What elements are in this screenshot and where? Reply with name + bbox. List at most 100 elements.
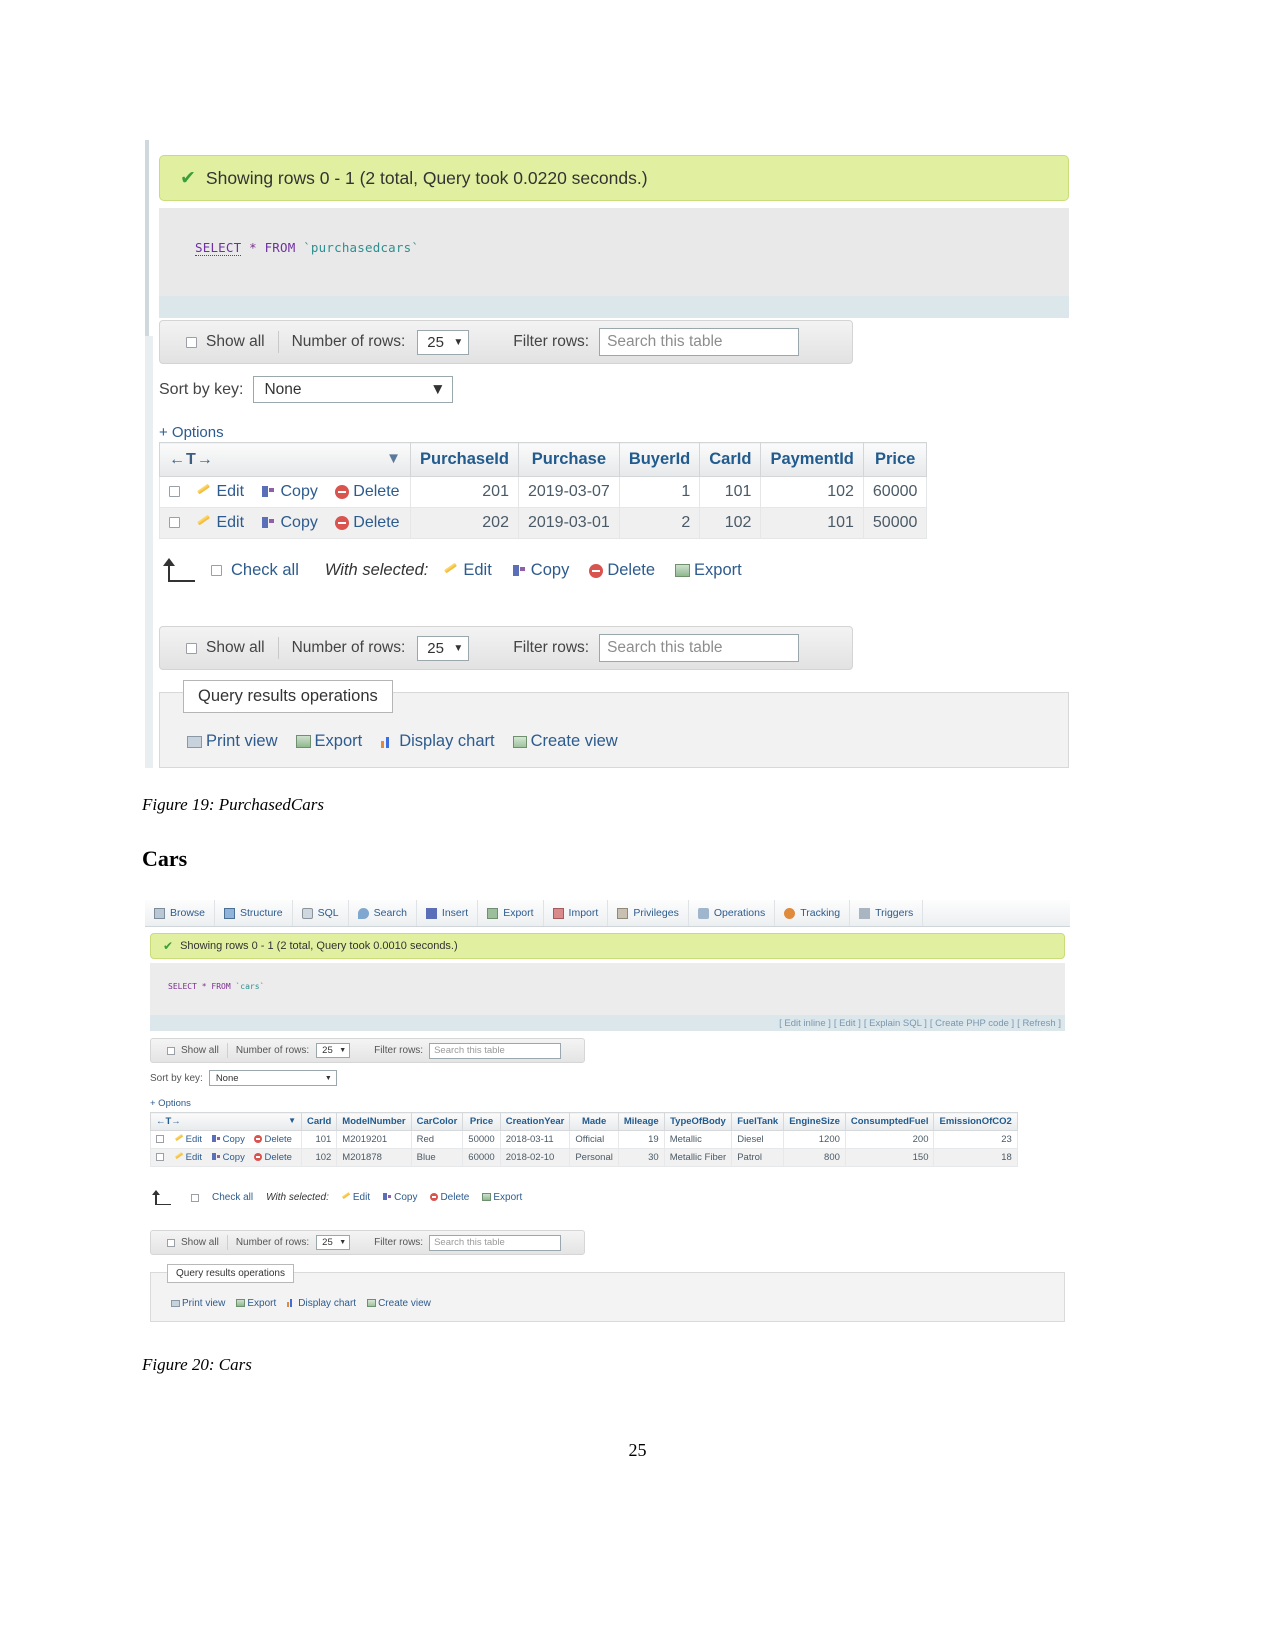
show-all-checkbox-bottom[interactable] xyxy=(167,1238,175,1247)
row-select-checkbox[interactable] xyxy=(169,517,180,529)
delete-row-button[interactable]: Delete xyxy=(254,1134,292,1145)
copy-row-button[interactable]: Copy xyxy=(211,1152,245,1163)
column-header-mileage[interactable]: Mileage xyxy=(617,1112,665,1131)
delete-row-button[interactable]: Delete xyxy=(254,1152,292,1163)
edit-row-button[interactable]: Edit xyxy=(197,483,244,500)
check-all-label: Check all xyxy=(231,560,299,579)
sort-by-key-select[interactable]: None ▼ xyxy=(208,1070,337,1086)
tab-structure[interactable]: Structure xyxy=(215,900,293,926)
edit-row-button[interactable]: Edit xyxy=(197,514,244,531)
column-header-buyerid[interactable]: BuyerId xyxy=(618,442,701,477)
chevron-down-icon[interactable]: ▼ xyxy=(288,1116,296,1125)
tab-triggers[interactable]: Triggers xyxy=(850,900,924,926)
column-header-actions[interactable]: ←T→ ▼ xyxy=(150,1112,302,1131)
create-view-button[interactable]: Create view xyxy=(367,1298,431,1309)
refresh-link[interactable]: [ Refresh ] xyxy=(1017,1018,1061,1029)
tab-export[interactable]: Export xyxy=(478,900,544,926)
options-toggle-link[interactable]: + Options xyxy=(150,1098,191,1109)
number-of-rows-select-bottom[interactable]: 25 ▼ xyxy=(316,1235,351,1250)
show-all-checkbox-top[interactable] xyxy=(186,336,197,348)
show-all-checkbox-top[interactable] xyxy=(167,1046,175,1055)
column-header-creationyear[interactable]: CreationYear xyxy=(499,1112,571,1131)
with-selected-copy-button[interactable]: Copy xyxy=(512,561,569,580)
show-all-checkbox-bottom[interactable] xyxy=(186,642,197,654)
explain-sql-link[interactable]: [ Explain SQL ] xyxy=(864,1018,927,1029)
with-selected-copy-button[interactable]: Copy xyxy=(383,1192,417,1203)
column-header-carid[interactable]: CarId xyxy=(300,1112,338,1131)
chevron-down-icon[interactable]: ▼ xyxy=(386,450,401,467)
column-header-modelnumber[interactable]: ModelNumber xyxy=(336,1112,412,1131)
column-header-purchase[interactable]: Purchase xyxy=(517,442,620,477)
column-header-carcolor[interactable]: CarColor xyxy=(410,1112,464,1131)
number-of-rows-select-bottom[interactable]: 25 ▼ xyxy=(417,635,470,661)
copy-icon xyxy=(261,485,276,498)
delete-row-button[interactable]: Delete xyxy=(335,514,400,531)
tab-import[interactable]: Import xyxy=(544,900,609,926)
filter-rows-input-bottom[interactable]: Search this table xyxy=(429,1234,562,1251)
row-select-checkbox[interactable] xyxy=(169,486,180,498)
with-selected-delete-button[interactable]: Delete xyxy=(430,1192,469,1203)
column-header-made[interactable]: Made xyxy=(569,1112,619,1131)
tab-tracking[interactable]: Tracking xyxy=(775,900,851,926)
column-header-consumptedfuel[interactable]: ConsumptedFuel xyxy=(844,1112,935,1131)
delete-row-button[interactable]: Delete xyxy=(335,483,400,500)
row-select-checkbox[interactable] xyxy=(156,1153,164,1162)
column-header-paymentid[interactable]: PaymentId xyxy=(760,442,864,477)
pencil-icon xyxy=(175,1153,184,1161)
column-header-emissionofco2[interactable]: EmissionOfCO2 xyxy=(933,1112,1018,1131)
check-all-checkbox[interactable] xyxy=(191,1193,199,1202)
tab-insert[interactable]: Insert xyxy=(417,900,479,926)
create-php-code-link[interactable]: [ Create PHP code ] xyxy=(930,1018,1014,1029)
query-status-text: Showing rows 0 - 1 (2 total, Query took … xyxy=(205,167,648,188)
sort-by-key-select[interactable]: None ▼ xyxy=(253,376,454,403)
copy-row-button[interactable]: Copy xyxy=(261,514,318,531)
column-header-carid[interactable]: CarId xyxy=(699,442,762,477)
column-header-price[interactable]: Price xyxy=(462,1112,501,1131)
edit-inline-link[interactable]: [ Edit inline ] xyxy=(779,1018,831,1029)
with-selected-delete-button[interactable]: Delete xyxy=(589,561,655,580)
export-button[interactable]: Export xyxy=(236,1298,276,1309)
print-view-label: Print view xyxy=(206,732,278,750)
number-of-rows-select-top[interactable]: 25 ▼ xyxy=(316,1043,351,1058)
edit-link[interactable]: [ Edit ] xyxy=(834,1018,861,1029)
print-view-button[interactable]: Print view xyxy=(187,732,278,751)
column-header-actions[interactable]: ←T→ ▼ xyxy=(159,442,411,477)
column-header-purchaseid[interactable]: PurchaseId xyxy=(410,442,519,477)
display-chart-button[interactable]: Display chart xyxy=(287,1298,356,1309)
display-chart-button[interactable]: Display chart xyxy=(380,732,495,751)
number-of-rows-label-bottom: Number of rows: xyxy=(235,1237,310,1248)
sql-query-box: SELECT * FROM `cars` xyxy=(150,963,1065,1015)
options-toggle-link[interactable]: + Options xyxy=(159,424,224,441)
sort-by-key-value: None xyxy=(215,1072,239,1084)
column-header-fueltank[interactable]: FuelTank xyxy=(731,1112,785,1131)
tab-search[interactable]: Search xyxy=(349,900,417,926)
edit-label: Edit xyxy=(216,483,245,500)
with-selected-edit-button[interactable]: Edit xyxy=(342,1192,370,1203)
with-selected-edit-button[interactable]: Edit xyxy=(444,561,491,580)
tab-privileges[interactable]: Privileges xyxy=(608,900,689,926)
column-header-typeofbody[interactable]: TypeOfBody xyxy=(663,1112,733,1131)
column-header-enginesize[interactable]: EngineSize xyxy=(783,1112,846,1131)
filter-rows-input-top[interactable]: Search this table xyxy=(599,328,800,356)
copy-row-button[interactable]: Copy xyxy=(261,483,318,500)
create-view-button[interactable]: Create view xyxy=(512,732,618,751)
check-all-checkbox[interactable] xyxy=(211,564,222,576)
print-view-button[interactable]: Print view xyxy=(171,1298,225,1309)
copy-row-button[interactable]: Copy xyxy=(211,1134,245,1145)
row-select-checkbox[interactable] xyxy=(156,1135,164,1144)
delete-label: Delete xyxy=(607,560,656,579)
edit-row-button[interactable]: Edit xyxy=(175,1152,202,1163)
copy-label: Copy xyxy=(280,514,318,531)
column-header-price[interactable]: Price xyxy=(862,442,928,477)
number-of-rows-select-top[interactable]: 25 ▼ xyxy=(417,329,470,355)
with-selected-export-button[interactable]: Export xyxy=(675,561,742,580)
show-all-label-top: Show all xyxy=(206,333,265,350)
tab-browse[interactable]: Browse xyxy=(145,900,216,926)
filter-rows-input-bottom[interactable]: Search this table xyxy=(599,634,800,662)
tab-sql[interactable]: SQL xyxy=(293,900,349,926)
export-button[interactable]: Export xyxy=(295,732,362,751)
with-selected-export-button[interactable]: Export xyxy=(482,1192,522,1203)
filter-rows-input-top[interactable]: Search this table xyxy=(429,1042,562,1059)
edit-row-button[interactable]: Edit xyxy=(175,1134,202,1145)
tab-operations[interactable]: Operations xyxy=(689,900,776,926)
